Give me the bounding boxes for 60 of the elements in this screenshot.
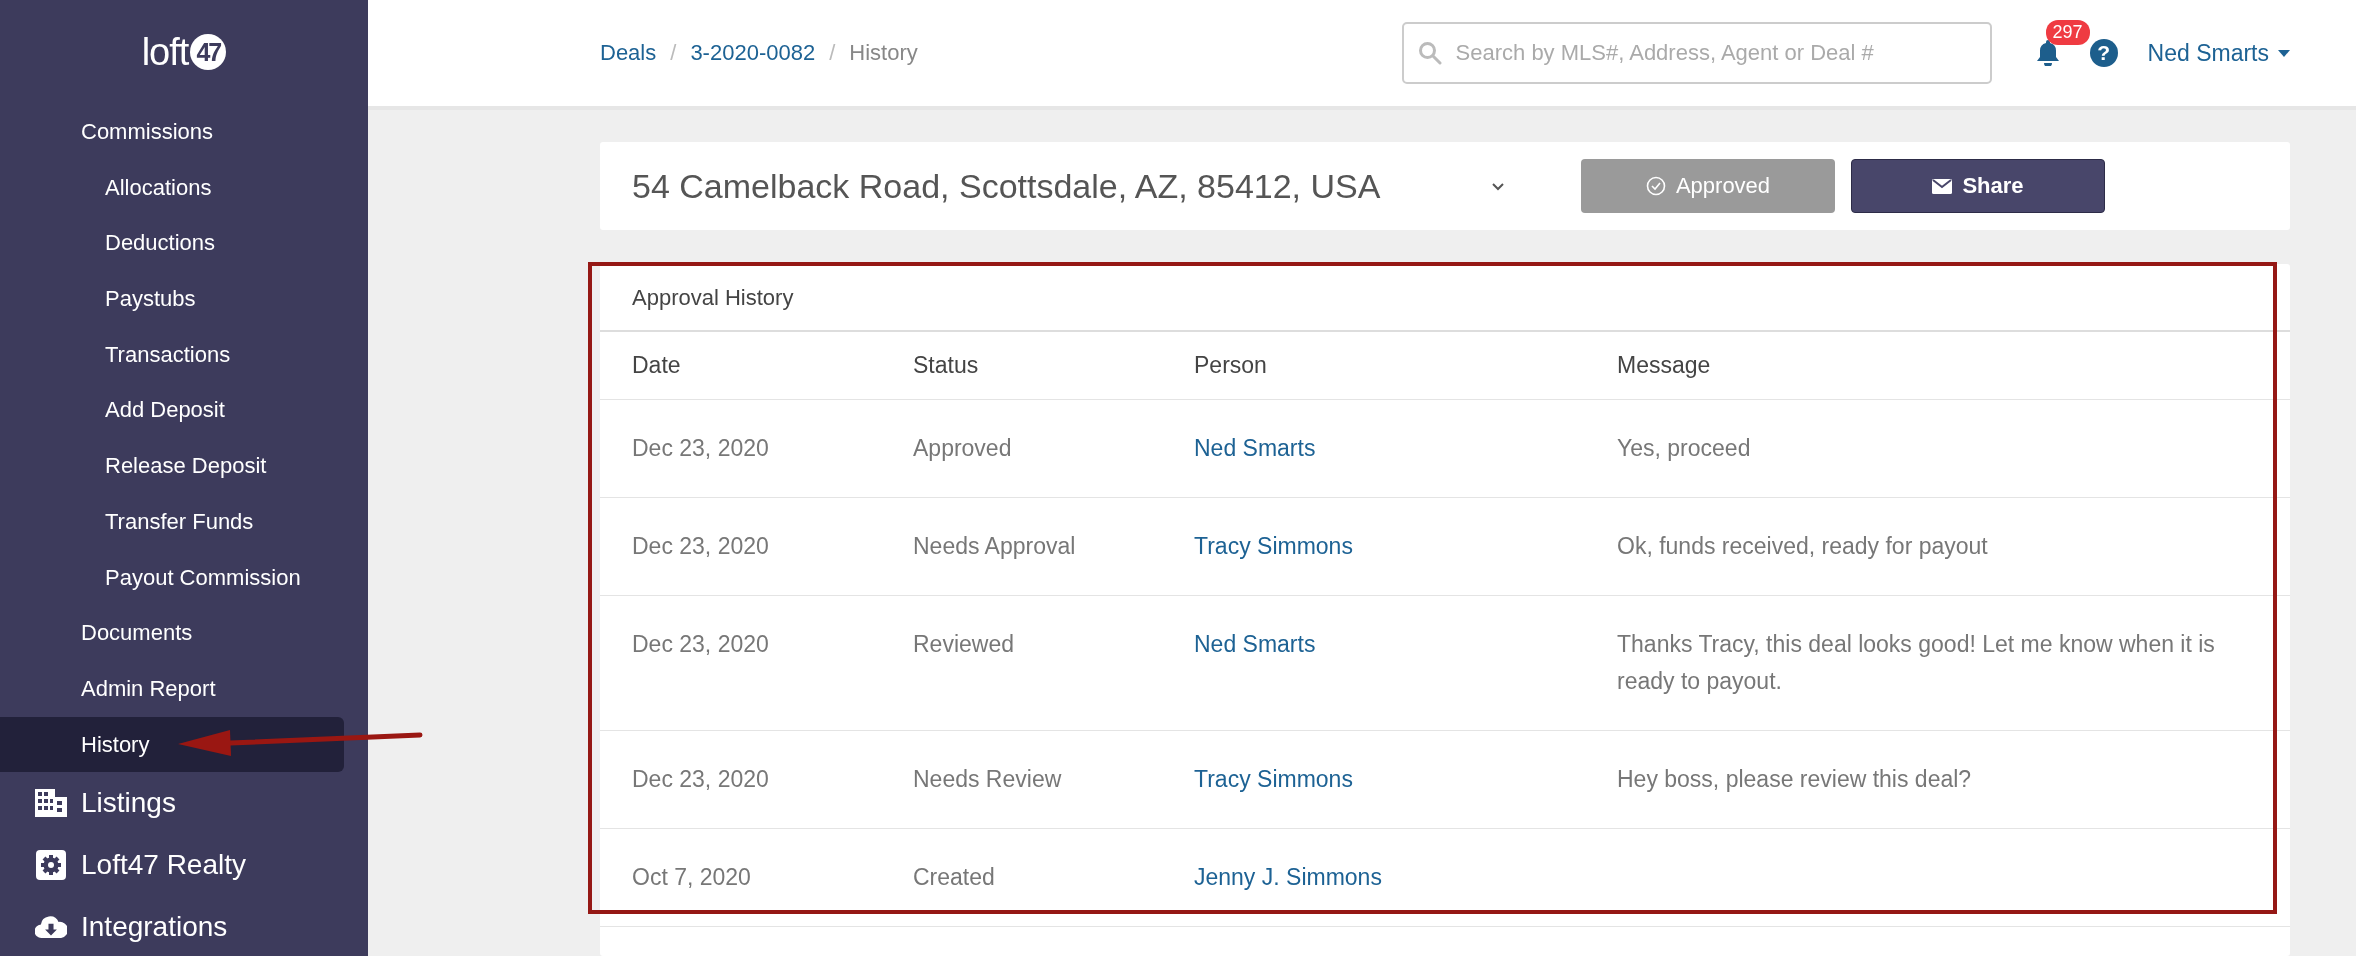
share-button[interactable]: Share xyxy=(1851,159,2105,213)
status-cell: Created xyxy=(913,829,1194,927)
user-menu[interactable]: Ned Smarts xyxy=(2147,39,2290,67)
sidebar-section[interactable]: Integrations xyxy=(81,911,228,944)
column-header: Person xyxy=(1194,332,1617,400)
column-header: Status xyxy=(913,332,1194,400)
card-title: Approval History xyxy=(600,264,2290,332)
sidebar-section[interactable]: Loft47 Realty xyxy=(81,849,246,882)
check-circle-icon xyxy=(1645,176,1666,196)
cloud-download-icon xyxy=(35,914,67,941)
breadcrumb-link[interactable]: Deals xyxy=(600,40,657,66)
date-cell: Dec 23, 2020 xyxy=(600,731,913,829)
message-cell: Yes, proceed xyxy=(1617,400,2290,498)
person-link[interactable]: Tracy Simmons xyxy=(1194,533,1353,559)
status-cell: Approved xyxy=(913,400,1194,498)
chevron-down-icon[interactable] xyxy=(1491,181,1505,191)
deal-address: 54 Camelback Road, Scottsdale, AZ, 85412, USA xyxy=(632,166,1382,206)
help-icon[interactable]: ? xyxy=(2089,39,2118,67)
caret-icon xyxy=(2278,49,2290,57)
person-link[interactable]: Tracy Simmons xyxy=(1194,766,1353,792)
sidebar-item[interactable]: Payout Commission xyxy=(0,549,344,606)
person-link[interactable]: Ned Smarts xyxy=(1194,435,1316,461)
breadcrumb-link[interactable]: 3-2020-0082 xyxy=(690,40,816,66)
building-icon xyxy=(35,789,67,818)
date-cell: Oct 7, 2020 xyxy=(600,829,913,927)
person-link[interactable]: Jenny J. Simmons xyxy=(1194,864,1382,890)
sidebar-item[interactable]: Add Deposit xyxy=(0,382,344,439)
sidebar-item[interactable]: Transfer Funds xyxy=(0,493,344,550)
breadcrumb-separator: / xyxy=(829,40,836,66)
sidebar-item[interactable]: Allocations xyxy=(0,159,344,216)
sidebar-item[interactable]: Documents xyxy=(0,605,344,661)
sidebar-item[interactable]: Admin Report xyxy=(0,660,344,717)
status-cell: Reviewed xyxy=(913,596,1194,731)
gear-icon xyxy=(36,850,66,881)
message-cell: Ok, funds received, ready for payout xyxy=(1617,498,2290,596)
sidebar-item[interactable]: Release Deposit xyxy=(0,438,344,494)
date-cell: Dec 23, 2020 xyxy=(600,596,913,731)
column-header: Message xyxy=(1617,332,2290,400)
sidebar-item[interactable]: History xyxy=(0,716,344,773)
sidebar-item[interactable]: Transactions xyxy=(0,326,344,383)
sidebar-item[interactable]: Commissions xyxy=(0,104,344,160)
message-cell: Hey boss, please review this deal? xyxy=(1617,731,2290,829)
envelope-icon xyxy=(1932,178,1953,194)
breadcrumb-separator: / xyxy=(670,40,677,66)
date-cell: Dec 23, 2020 xyxy=(600,498,913,596)
sidebar-section[interactable]: Listings xyxy=(81,787,176,820)
status-cell: Needs Review xyxy=(913,731,1194,829)
breadcrumb-current: History xyxy=(849,40,918,66)
notification-badge: 297 xyxy=(2045,20,2090,45)
message-cell: Thanks Tracy, this deal looks good! Let me know when it is ready to payout. xyxy=(1617,596,2290,731)
logo: loft 47 xyxy=(139,0,229,104)
sidebar-item[interactable]: Paystubs xyxy=(0,271,344,327)
column-header: Date xyxy=(600,332,913,400)
person-link[interactable]: Ned Smarts xyxy=(1194,631,1316,657)
sidebar-item[interactable]: Deductions xyxy=(0,215,344,272)
status-cell: Needs Approval xyxy=(913,498,1194,596)
bell-icon[interactable] xyxy=(2035,40,2060,66)
date-cell: Dec 23, 2020 xyxy=(600,400,913,498)
search-field[interactable]: Search by MLS#, Address, Agent or Deal # xyxy=(1401,22,1992,84)
search-icon xyxy=(1417,41,1442,65)
